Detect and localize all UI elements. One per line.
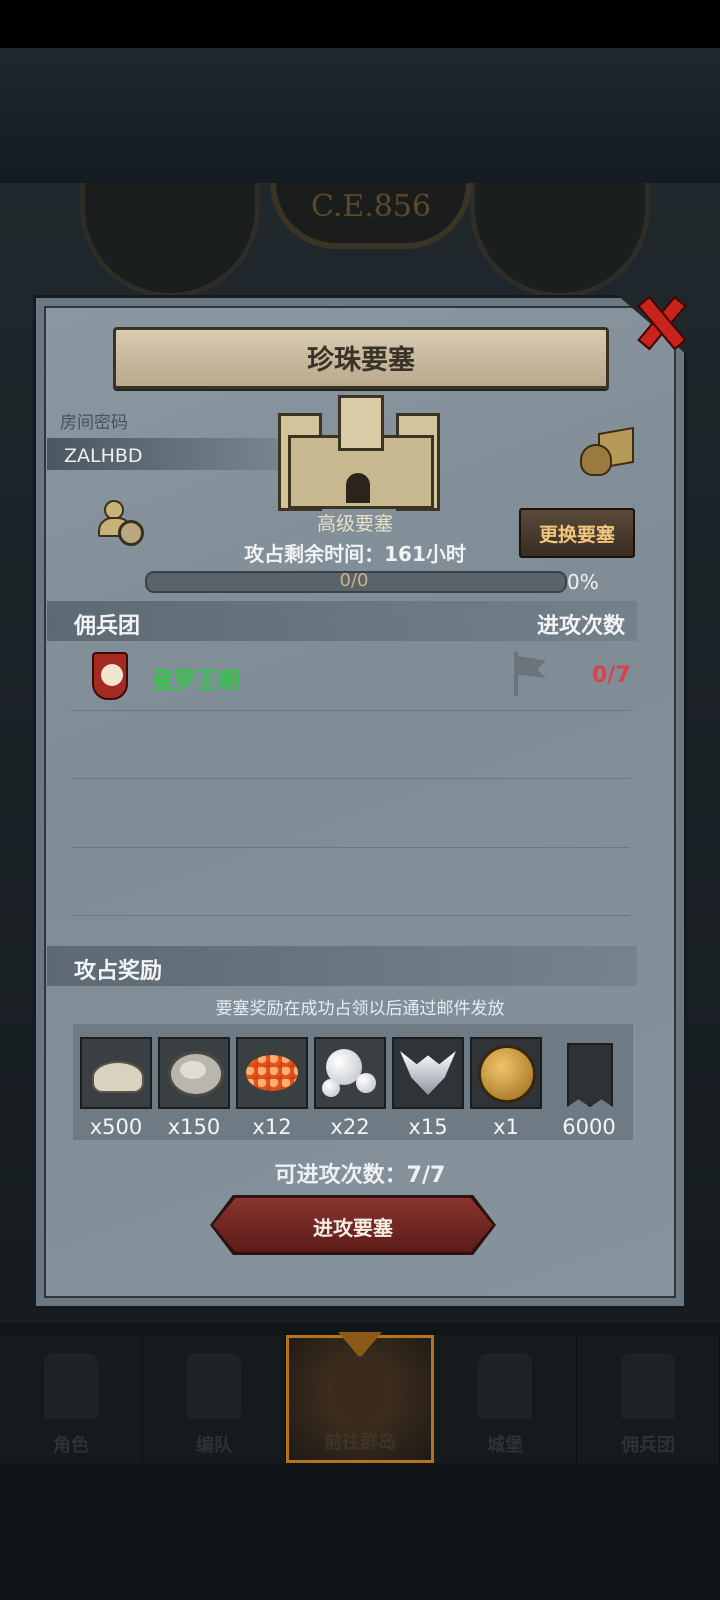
room-label: 房间密码 xyxy=(60,413,128,433)
row-divider xyxy=(70,915,630,916)
oyster-icon xyxy=(158,1037,230,1109)
oyster-flesh xyxy=(180,1061,206,1079)
reward-header: 攻占奖励 xyxy=(74,959,163,984)
status-bar xyxy=(0,0,720,48)
fortress-type: 高级要塞 xyxy=(316,513,393,535)
title-banner: 珍珠要塞 xyxy=(113,327,609,389)
reward-item[interactable]: x500 xyxy=(80,1037,152,1139)
reward-quantity: x22 xyxy=(330,1115,370,1139)
wing-shape xyxy=(400,1051,456,1095)
flag-icon xyxy=(512,652,546,696)
pearl-small xyxy=(322,1079,340,1097)
bottom-nav: 角色 编队 前往群岛 城堡 佣兵团 xyxy=(0,1332,720,1463)
nav-item-mercenary[interactable]: 佣兵团 xyxy=(577,1335,720,1463)
reward-quantity: x150 xyxy=(167,1115,221,1139)
block-user-icon[interactable] xyxy=(96,500,144,546)
attack-fortress-button[interactable]: 进攻要塞 xyxy=(213,1198,493,1252)
nav-item-character[interactable]: 角色 xyxy=(0,1335,143,1463)
change-fortress-label: 更换要塞 xyxy=(538,524,615,546)
change-fortress-button[interactable]: 更换要塞 xyxy=(519,508,635,558)
nav-label: 前往群岛 xyxy=(324,1432,396,1453)
nav-item-islands[interactable]: 前往群岛 xyxy=(286,1332,434,1463)
dialog-title: 珍珠要塞 xyxy=(307,345,415,376)
fortress-icon xyxy=(278,395,440,511)
nav-label: 城堡 xyxy=(487,1435,523,1456)
reward-quantity: 6000 xyxy=(562,1115,616,1139)
reward-item[interactable]: x12 xyxy=(236,1037,308,1139)
mercenary-header: 佣兵团 xyxy=(74,614,141,639)
attacks-header: 进攻次数 xyxy=(537,614,626,639)
reward-item[interactable]: x150 xyxy=(158,1037,230,1139)
fish-roe-icon xyxy=(236,1037,308,1109)
pearls-icon xyxy=(314,1037,386,1109)
golden-helmet-icon xyxy=(470,1037,542,1109)
guild-name[interactable]: 星罗王朝 xyxy=(152,663,240,695)
compass-icon xyxy=(333,1356,387,1422)
attack-fortress-label: 进攻要塞 xyxy=(313,1216,393,1240)
reward-item[interactable]: x15 xyxy=(392,1037,464,1139)
flag-cloth xyxy=(518,656,546,678)
flag-pole xyxy=(514,652,518,696)
progress-text: 0/0 xyxy=(339,570,369,591)
room-code: ZALHBD xyxy=(64,445,143,467)
sack-shape xyxy=(580,444,612,476)
knight-icon xyxy=(44,1353,98,1419)
chevron-down-icon xyxy=(338,1332,382,1358)
top-band xyxy=(0,48,720,183)
nav-label: 角色 xyxy=(53,1435,89,1456)
reward-quantity: x15 xyxy=(408,1115,448,1139)
nav-item-castle[interactable]: 城堡 xyxy=(434,1335,577,1463)
era-label: C.E.856 xyxy=(310,189,432,224)
nav-label: 佣兵团 xyxy=(621,1435,675,1456)
nav-label: 编队 xyxy=(196,1435,232,1456)
nav-item-formation[interactable]: 编队 xyxy=(143,1335,286,1463)
winged-emblem-icon xyxy=(392,1037,464,1109)
castle-icon xyxy=(478,1353,532,1419)
pearl-small xyxy=(356,1073,376,1093)
progress-percent: 0% xyxy=(567,570,599,594)
reward-item[interactable]: x22 xyxy=(314,1037,386,1139)
sand-pile-icon xyxy=(80,1037,152,1109)
castle-gate xyxy=(346,473,370,503)
helmet-shape xyxy=(478,1045,536,1103)
reward-item[interactable]: 6000 xyxy=(553,1037,625,1139)
row-divider xyxy=(70,847,630,848)
castle-keep xyxy=(338,395,384,451)
reward-quantity: x1 xyxy=(493,1115,519,1139)
sun-emblem xyxy=(101,664,123,686)
formation-icon xyxy=(187,1353,241,1419)
war-banner-icon xyxy=(553,1037,625,1109)
reward-quantity: x12 xyxy=(252,1115,292,1139)
close-button[interactable] xyxy=(632,292,686,346)
ban-icon xyxy=(118,520,144,546)
mercenary-icon xyxy=(621,1353,675,1419)
reward-quantity: x500 xyxy=(89,1115,143,1139)
roe-shape xyxy=(246,1055,298,1091)
row-divider xyxy=(70,710,630,711)
reward-item[interactable]: x1 xyxy=(470,1037,542,1139)
guild-shield-icon xyxy=(92,652,128,700)
reward-note: 要塞奖励在成功占领以后通过邮件发放 xyxy=(215,999,505,1019)
supply-icon[interactable] xyxy=(580,426,634,476)
sand-shape xyxy=(92,1061,144,1093)
time-remaining: 攻占剩余时间：161小时 xyxy=(244,542,466,566)
banner-cloth xyxy=(567,1043,613,1107)
guild-attack-count: 0/7 xyxy=(592,663,631,688)
attempts-remaining: 可进攻次数：7/7 xyxy=(274,1163,446,1188)
row-divider xyxy=(70,778,630,779)
